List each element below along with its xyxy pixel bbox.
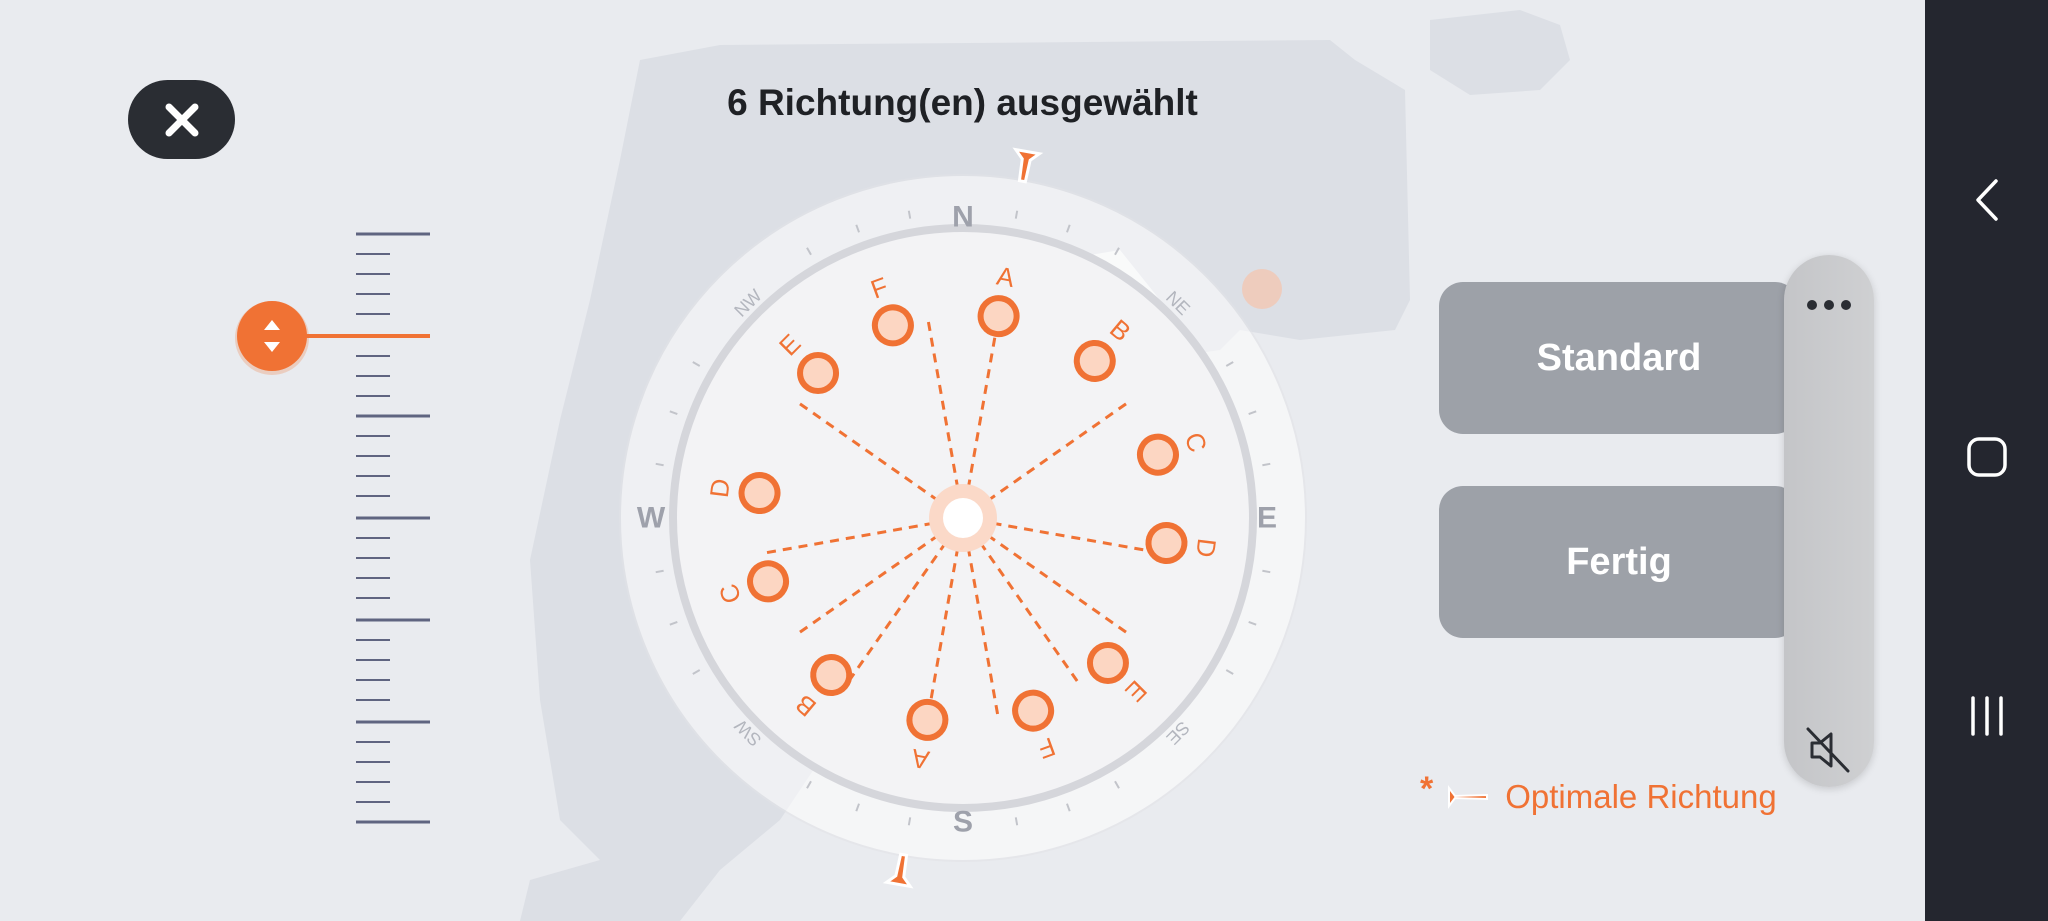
compass-east-label: E bbox=[1257, 502, 1277, 535]
legend-label: Optimale Richtung bbox=[1505, 778, 1777, 815]
compass-west-label: W bbox=[637, 502, 666, 535]
page-title: 6 Richtung(en) ausgewählt bbox=[727, 82, 1198, 123]
nav-recents-button[interactable] bbox=[1925, 676, 2048, 756]
optimal-direction-legend-icon bbox=[1448, 785, 1489, 809]
direction-label-d-opposite: D bbox=[704, 477, 736, 499]
height-ruler[interactable] bbox=[220, 220, 450, 840]
nav-back-button[interactable] bbox=[1925, 160, 2048, 240]
standard-button[interactable]: Standard bbox=[1439, 282, 1799, 434]
more-horizontal-icon[interactable] bbox=[1784, 285, 1874, 325]
compass-center bbox=[929, 484, 997, 552]
compass-south-label: S bbox=[953, 806, 973, 839]
home-square-icon bbox=[1966, 437, 2007, 477]
recents-icon bbox=[1970, 696, 2003, 736]
direction-label-d: D bbox=[1190, 537, 1222, 559]
legend-asterisk: * bbox=[1420, 769, 1434, 808]
close-button[interactable] bbox=[128, 80, 235, 159]
compass-north-label: N bbox=[952, 201, 974, 234]
done-button[interactable]: Fertig bbox=[1439, 486, 1799, 638]
ruler-ticks bbox=[356, 232, 430, 824]
close-icon bbox=[165, 103, 198, 136]
speaker-muted-icon[interactable] bbox=[1804, 725, 1854, 775]
side-panel bbox=[1784, 255, 1874, 787]
chevron-left-icon bbox=[1975, 179, 1998, 221]
ruler-slider-handle[interactable] bbox=[235, 301, 309, 375]
nav-home-button[interactable] bbox=[1925, 417, 2048, 497]
compass-rose[interactable]: N E S W NE SE SW NW A A B B C C D D E E … bbox=[600, 130, 1325, 900]
system-navigation-bar bbox=[1925, 0, 2048, 921]
legend: * Optimale Richtung bbox=[1420, 770, 1777, 819]
